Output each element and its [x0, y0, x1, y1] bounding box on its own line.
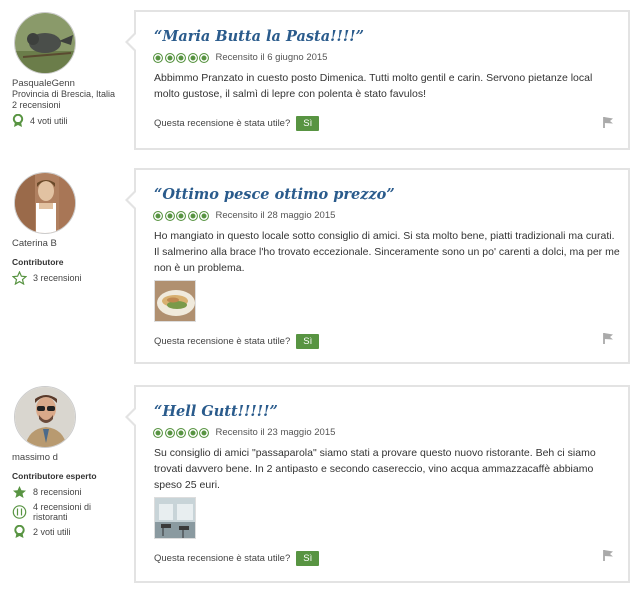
review-card: “Ottimo pesce ottimo prezzo” Recensito i…: [125, 168, 630, 364]
helpful-question: Questa recensione è stata utile?: [154, 118, 291, 129]
rating-bubble-icon: [199, 210, 209, 221]
rating-bubble-icon: [176, 52, 186, 63]
member-info: Caterina B Contributore 3 recensioni: [12, 172, 124, 285]
rating-bubble-icon: [153, 427, 163, 438]
stat-label: 8 recensioni: [33, 486, 82, 497]
review-text: Su consiglio di amici "passaparola" siam…: [154, 447, 596, 491]
rating-bubble-icon: [199, 52, 209, 63]
ribbon-icon: [12, 114, 24, 127]
avatar[interactable]: [14, 386, 76, 448]
helpful-yes-button[interactable]: Sì: [296, 334, 320, 349]
rating-bubble-icon: [164, 427, 175, 438]
rating-row: Recensito il 23 maggio 2015: [153, 427, 335, 438]
rating-bubble-icon: [153, 52, 163, 63]
member-level: Contributore esperto: [12, 471, 97, 481]
rating-bubble-icon: [187, 210, 198, 221]
rating-bubble-icon: [164, 52, 175, 63]
review-card: “Maria Butta la Pasta!!!!” Recensito il …: [125, 10, 630, 150]
rating-row: Recensito il 28 maggio 2015: [153, 210, 335, 221]
review-card: “Hell Gutt!!!!!” Recensito il 23 maggio …: [125, 385, 630, 583]
rating-bubbles: [153, 210, 211, 221]
helpful-question: Questa recensione è stata utile?: [154, 553, 291, 564]
username[interactable]: massimo d: [12, 452, 124, 463]
fork-knife-icon: [12, 505, 27, 519]
flag-icon[interactable]: [602, 549, 614, 561]
stat-label: 4 voti utili: [30, 115, 68, 126]
review-photo[interactable]: [154, 497, 196, 539]
helpful-question: Questa recensione è stata utile?: [154, 336, 291, 347]
rating-bubble-icon: [164, 210, 175, 221]
rating-bubble-icon: [187, 427, 198, 438]
review-1: PasqualeGenn Provincia di Brescia, Itali…: [0, 0, 640, 160]
rating-row: Recensito il 6 giugno 2015: [153, 52, 327, 63]
review-photo[interactable]: [154, 280, 196, 322]
member-info: PasqualeGenn Provincia di Brescia, Itali…: [12, 12, 124, 128]
star-filled-icon: [13, 486, 26, 498]
stat-helpful-votes: 4 voti utili: [12, 114, 124, 128]
helpful-row: Questa recensione è stata utile? Sì: [154, 116, 320, 131]
member-location: Provincia di Brescia, Italia: [12, 89, 116, 99]
review-title[interactable]: “Ottimo pesce ottimo prezzo”: [154, 186, 395, 203]
rating-bubbles: [153, 427, 211, 438]
avatar[interactable]: [14, 12, 76, 74]
helpful-row: Questa recensione è stata utile? Sì: [154, 551, 320, 566]
stat-restaurant-reviews: 4 recensioni di ristoranti: [12, 502, 124, 522]
ribbon-icon: [14, 525, 25, 538]
helpful-row: Questa recensione è stata utile? Sì: [154, 334, 320, 349]
username[interactable]: Caterina B: [12, 238, 124, 249]
stat-label: 4 recensioni di ristoranti: [33, 502, 92, 522]
stat-reviews: 8 recensioni: [12, 485, 124, 499]
flag-icon[interactable]: [602, 116, 614, 128]
member-review-count: 2 recensioni: [12, 100, 61, 110]
star-outline-icon: [12, 271, 27, 285]
member-info: massimo d Contributore esperto 8 recensi…: [12, 386, 124, 539]
stat-label: 3 recensioni: [33, 272, 82, 283]
flag-icon[interactable]: [602, 332, 614, 344]
helpful-yes-button[interactable]: Sì: [296, 551, 320, 566]
review-text: Ho mangiato in questo locale sotto consi…: [154, 230, 620, 274]
stat-label: 2 voti utili: [33, 526, 71, 537]
helpful-yes-button[interactable]: Sì: [296, 116, 320, 131]
rating-bubbles: [153, 52, 211, 63]
review-3: massimo d Contributore esperto 8 recensi…: [0, 370, 640, 592]
rating-bubble-icon: [199, 427, 209, 438]
review-date: Recensito il 23 maggio 2015: [215, 427, 336, 438]
avatar[interactable]: [14, 172, 76, 234]
review-date: Recensito il 6 giugno 2015: [215, 52, 328, 63]
review-title[interactable]: “Hell Gutt!!!!!”: [154, 403, 278, 420]
review-title[interactable]: “Maria Butta la Pasta!!!!”: [154, 28, 364, 45]
rating-bubble-icon: [153, 210, 163, 221]
review-2: Caterina B Contributore 3 recensioni “Ot…: [0, 160, 640, 370]
username[interactable]: PasqualeGenn: [12, 78, 124, 89]
rating-bubble-icon: [176, 210, 186, 221]
review-date: Recensito il 28 maggio 2015: [215, 210, 336, 221]
member-level: Contributore: [12, 257, 64, 267]
review-text: Abbimmo Pranzato in cuesto posto Dimenic…: [154, 72, 593, 100]
stat-reviews: 3 recensioni: [12, 271, 124, 285]
rating-bubble-icon: [187, 52, 198, 63]
rating-bubble-icon: [176, 427, 186, 438]
stat-helpful-votes: 2 voti utili: [12, 525, 124, 539]
